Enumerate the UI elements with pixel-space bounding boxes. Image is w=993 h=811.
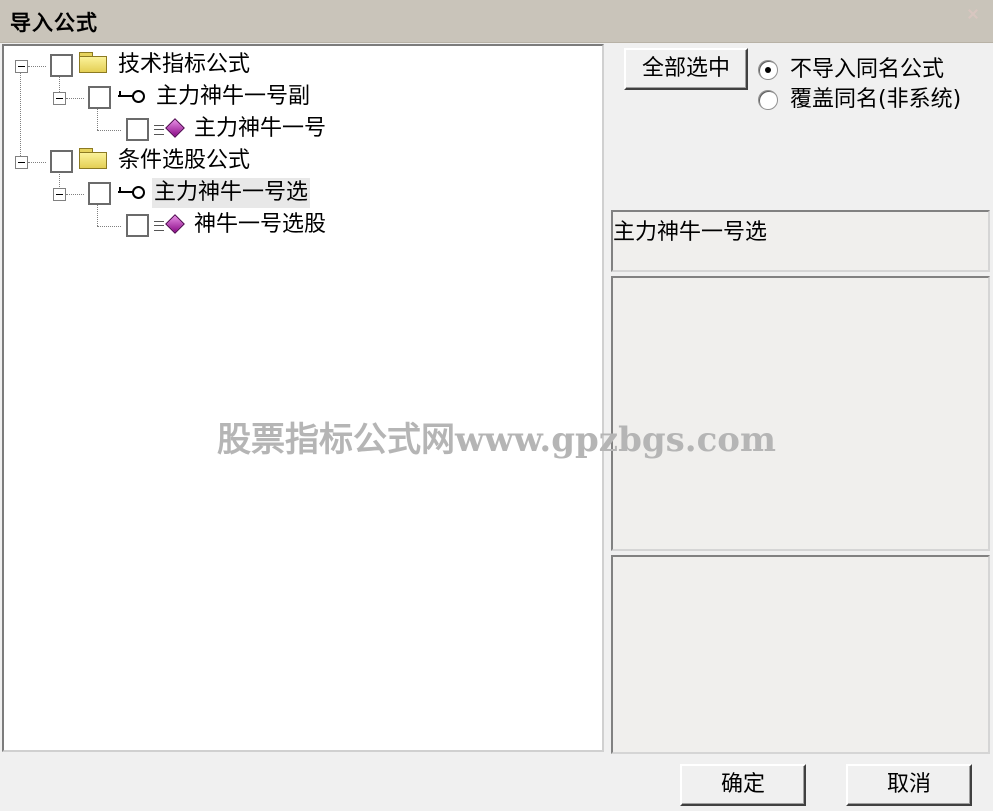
tree-connector	[28, 162, 46, 163]
collapse-icon[interactable]	[53, 188, 66, 201]
tree-checkbox[interactable]	[88, 86, 111, 109]
tree-node-label[interactable]: 主力神牛一号	[192, 114, 328, 144]
radio-button[interactable]	[758, 60, 778, 80]
tree-connector	[59, 74, 60, 94]
collapse-icon[interactable]	[53, 92, 66, 105]
close-icon[interactable]	[967, 8, 979, 20]
radio-label: 不导入同名公式	[790, 57, 945, 82]
folder-icon	[79, 52, 107, 73]
tree-checkbox[interactable]	[88, 182, 111, 205]
formula-name-text: 主力神牛一号选	[613, 220, 768, 245]
collapse-icon[interactable]	[15, 156, 28, 169]
key-icon	[116, 184, 146, 200]
tree-connector	[97, 226, 121, 227]
tree-node-label[interactable]: 技术指标公式	[116, 50, 252, 80]
cancel-button[interactable]: 取消	[846, 764, 972, 806]
formula-notes-panel	[611, 555, 990, 754]
tree-checkbox[interactable]	[126, 214, 149, 237]
formula-name-panel: 主力神牛一号选	[611, 210, 990, 272]
tree-connector	[66, 98, 84, 99]
formula-tree[interactable]: 技术指标公式 主力神牛一号副 主力神牛一号 条件选股公式 主力神牛一号选 神牛一…	[2, 44, 604, 752]
tree-checkbox[interactable]	[126, 118, 149, 141]
folder-icon	[79, 148, 107, 169]
tree-node-label[interactable]: 神牛一号选股	[192, 210, 328, 240]
window-title: 导入公式	[10, 11, 98, 35]
tree-connector	[20, 70, 21, 166]
formula-icon	[154, 118, 185, 140]
tree-connector	[28, 66, 46, 67]
tree-checkbox[interactable]	[50, 150, 73, 173]
tree-node-label[interactable]: 主力神牛一号副	[154, 82, 312, 112]
title-bar: 导入公式	[0, 0, 993, 43]
key-icon	[116, 88, 146, 104]
formula-description-panel	[611, 276, 990, 551]
tree-connector	[66, 194, 84, 195]
radio-button[interactable]	[758, 90, 778, 110]
formula-icon	[154, 214, 185, 236]
ok-button[interactable]: 确定	[680, 764, 806, 806]
tree-checkbox[interactable]	[50, 54, 73, 77]
collapse-icon[interactable]	[15, 60, 28, 73]
tree-node-label[interactable]: 条件选股公式	[116, 146, 252, 176]
select-all-button[interactable]: 全部选中	[624, 48, 748, 90]
radio-label: 覆盖同名(非系统)	[790, 87, 962, 112]
tree-node-label-selected[interactable]: 主力神牛一号选	[152, 178, 311, 208]
tree-connector	[97, 130, 121, 131]
